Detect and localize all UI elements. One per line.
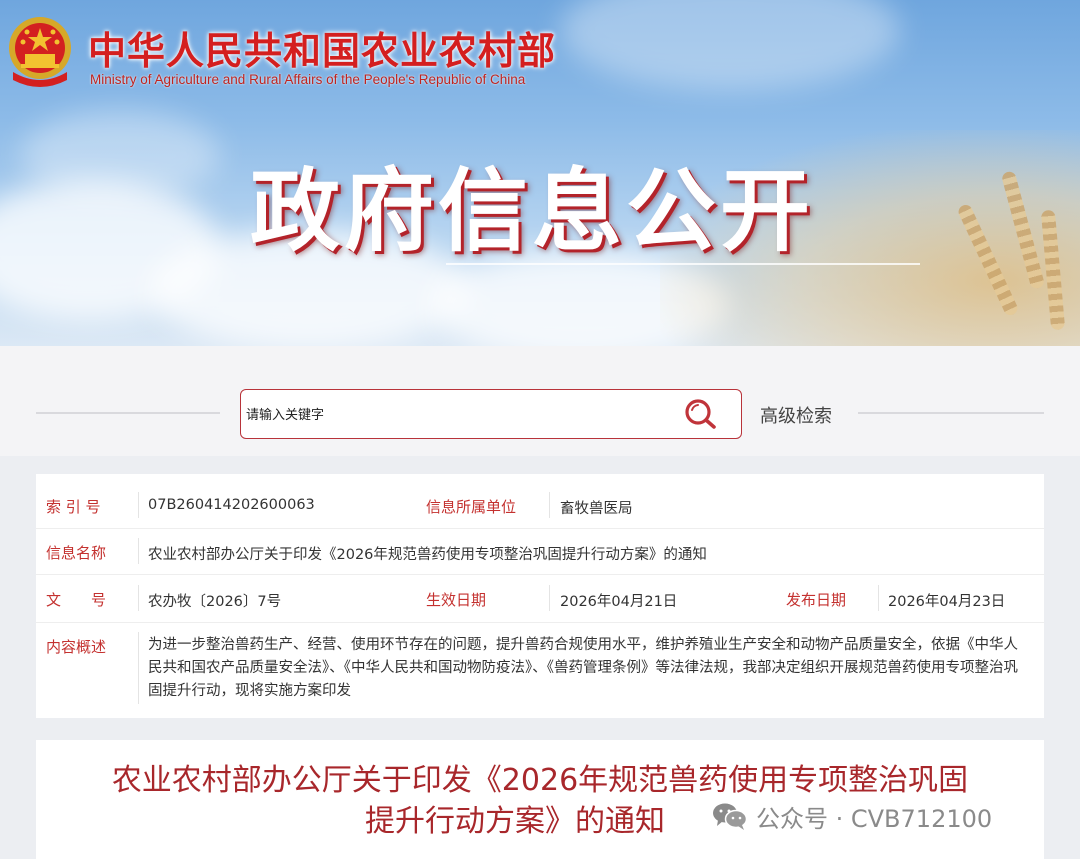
divider-line [36, 412, 220, 414]
publish-date-value: 2026年04月23日 [888, 594, 1006, 610]
summary-label: 内容概述 [46, 638, 107, 656]
ministry-name-cn: 中华人民共和国农业农村部 [88, 29, 557, 73]
table-row: 文 号 农办牧〔2026〕7号 生效日期 2026年04月21日 发布日期 20… [36, 574, 1044, 623]
search-icon[interactable] [683, 398, 719, 430]
header-banner: 中华人民共和国农业农村部 Ministry of Agriculture and… [0, 0, 1080, 346]
national-emblem-icon [9, 17, 71, 87]
search-box [240, 389, 742, 439]
effective-date-value: 2026年04月21日 [560, 594, 678, 610]
divider-line [858, 412, 1044, 414]
docno-label: 文 号 [46, 591, 107, 609]
cloud-decoration [560, 0, 900, 90]
banner-title: 政府信息公开 [250, 159, 814, 264]
name-label: 信息名称 [46, 544, 107, 562]
document-title-line: 农业农村部办公厅关于印发《2026年规范兽药使用专项整治巩固 [111, 763, 969, 798]
table-row: 信息名称 农业农村部办公厅关于印发《2026年规范兽药使用专项整治巩固提升行动方… [36, 528, 1044, 575]
watermark: 公众号 · CVB712100 [712, 800, 993, 833]
watermark-text: 公众号 · CVB712100 [756, 804, 993, 833]
publish-date-label: 发布日期 [786, 591, 847, 609]
ministry-name-en: Ministry of Agriculture and Rural Affair… [90, 72, 526, 87]
index-label: 索 引 号 [46, 498, 101, 516]
search-input[interactable] [244, 402, 668, 428]
wechat-icon [713, 803, 748, 830]
advanced-search-link[interactable]: 高级检索 [760, 402, 832, 428]
column-divider [138, 538, 139, 564]
effective-date-label: 生效日期 [426, 591, 487, 609]
index-value: 07B260414202600063 [148, 497, 315, 513]
docno-value: 农办牧〔2026〕7号 [148, 594, 282, 610]
column-divider [138, 585, 139, 611]
title-underline [446, 263, 920, 265]
column-divider [138, 492, 139, 518]
cloud-decoration [20, 110, 220, 200]
summary-value: 为进一步整治兽药生产、经营、使用环节存在的问题，提升兽药合规使用水平，维护养殖业… [148, 637, 1018, 699]
unit-value: 畜牧兽医局 [560, 501, 633, 517]
table-row: 索 引 号 07B260414202600063 信息所属单位 畜牧兽医局 [36, 474, 1044, 529]
column-divider [549, 585, 550, 611]
column-divider [138, 632, 139, 704]
column-divider [878, 585, 879, 611]
info-table: 索 引 号 07B260414202600063 信息所属单位 畜牧兽医局 信息… [36, 474, 1044, 718]
column-divider [549, 492, 550, 518]
name-value: 农业农村部办公厅关于印发《2026年规范兽药使用专项整治巩固提升行动方案》的通知 [148, 547, 707, 563]
unit-label: 信息所属单位 [426, 498, 517, 516]
